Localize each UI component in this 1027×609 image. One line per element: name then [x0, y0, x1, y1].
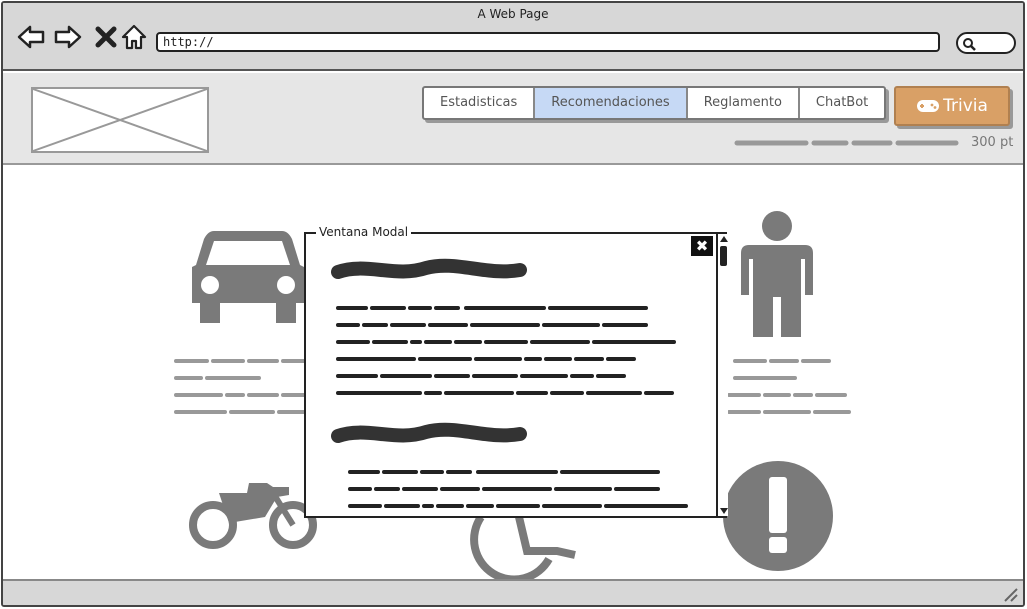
scroll-thumb[interactable]: [720, 246, 727, 266]
gamepad-icon: [917, 100, 940, 112]
browser-toolbar: A Web Page http://: [3, 3, 1023, 71]
magnifier-icon: [963, 38, 976, 51]
car-description-scribble: [174, 359, 313, 414]
forward-arrow-icon[interactable]: [54, 23, 82, 51]
modal-title: Ventana Modal: [316, 225, 412, 239]
status-bar: [3, 579, 1023, 605]
tab-estadisticas[interactable]: Estadisticas: [424, 88, 536, 118]
trivia-label: Trivia: [943, 96, 988, 116]
scroll-up-arrow-icon[interactable]: [720, 236, 728, 242]
url-input[interactable]: http://: [156, 32, 940, 52]
car-icon[interactable]: [188, 225, 308, 327]
window-title: A Web Page: [477, 7, 549, 21]
motorcycle-icon[interactable]: [189, 477, 319, 553]
logo-placeholder: [31, 87, 209, 153]
warning-icon[interactable]: [723, 461, 833, 571]
close-x-icon[interactable]: [92, 23, 120, 51]
home-icon[interactable]: [120, 23, 148, 51]
browser-window: A Web Page http:// Estadisticas Recomend…: [1, 1, 1025, 607]
resize-grip-icon[interactable]: [1001, 585, 1019, 603]
search-field[interactable]: [956, 32, 1016, 54]
person-icon[interactable]: [739, 211, 815, 339]
modal-text-scribble: [331, 258, 688, 508]
points-label: 300 pt: [971, 135, 1014, 150]
app-header: Estadisticas Recomendaciones Reglamento …: [3, 73, 1023, 165]
scroll-down-arrow-icon[interactable]: [720, 508, 728, 514]
tab-chatbot[interactable]: ChatBot: [800, 88, 884, 118]
nav-tabs: Estadisticas Recomendaciones Reglamento …: [422, 86, 887, 120]
trivia-button[interactable]: Trivia: [894, 86, 1010, 126]
user-info-scribble: [734, 140, 959, 146]
modal-close-button[interactable]: ✖: [691, 236, 713, 256]
tab-recomendaciones[interactable]: Recomendaciones: [535, 88, 688, 118]
modal-scrollbar[interactable]: [716, 234, 728, 516]
tab-reglamento[interactable]: Reglamento: [688, 88, 800, 118]
modal-window: Ventana Modal ✖: [304, 225, 728, 518]
person-description-scribble: [727, 359, 851, 414]
back-arrow-icon[interactable]: [17, 23, 45, 51]
modal-content: [306, 234, 714, 516]
